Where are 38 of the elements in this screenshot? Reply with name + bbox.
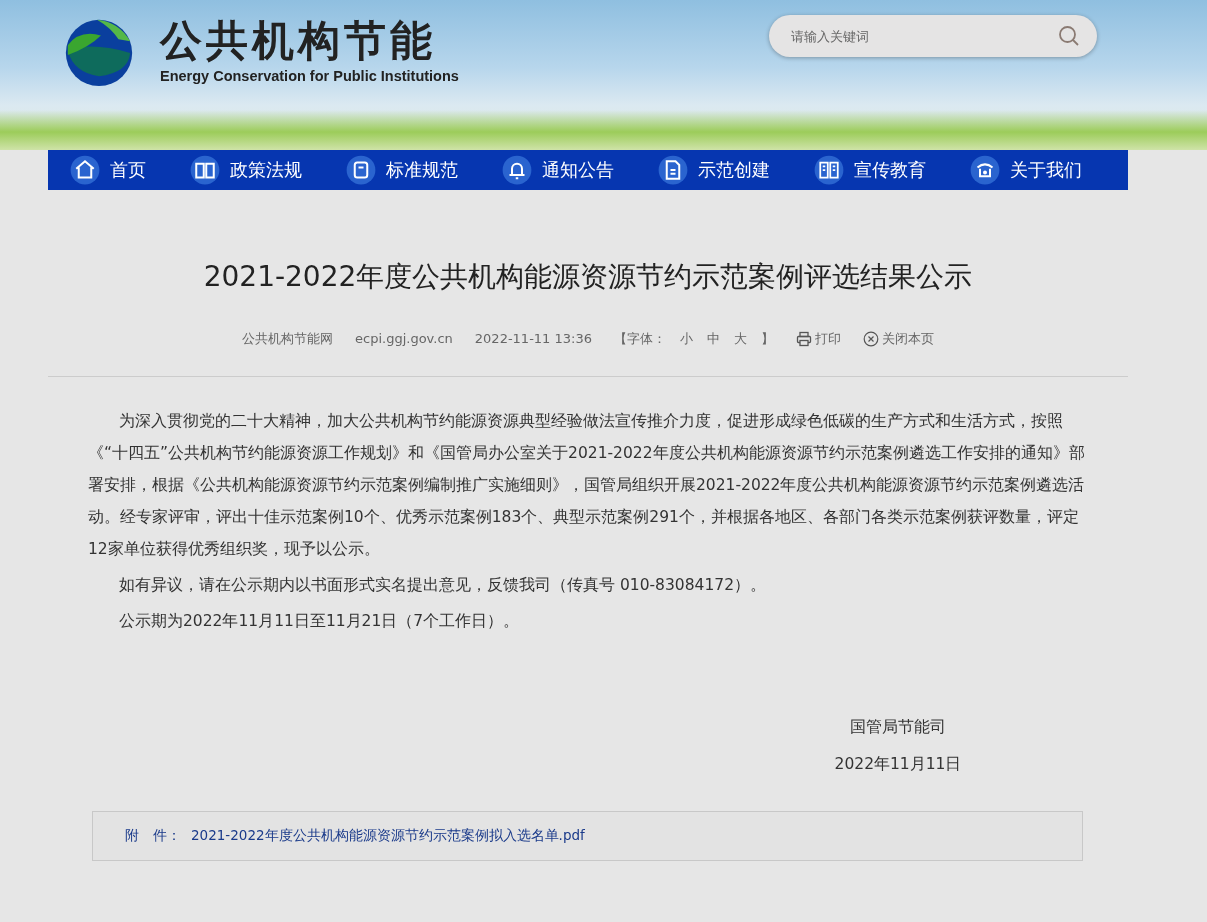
font-size-label: 【字体： [614,329,666,348]
article-title: 2021-2022年度公共机构能源资源节约示范案例评选结果公示 [202,260,974,294]
site-title: 公共机构节能 [160,17,437,65]
site-subtitle: Energy Conservation for Public Institutions [160,68,459,85]
source-label: 公共机构节能网 [242,329,333,348]
close-icon [863,330,879,347]
print-button[interactable]: 打印 [796,329,841,348]
nav-item[interactable]: 宣传教育 [814,155,926,185]
search-field[interactable]: 请输入关键词 [769,15,1097,57]
home-icon [70,155,100,185]
body-paragraph: 公示期为2022年11月11日至11月21日（7个工作日）。 [118,610,521,632]
body-paragraph: 为深入贯彻党的二十大精神，加大公共机构节约能源资源典型经验做法宣传推介力度，促进形成绿色低碳的生产方式和生活方式，按照《“十四五”公共机构节约能源资源工作规划》和《国管局办公室关于2021-2022年度公共机构能源资源节约示范案例遴选工作安排的通知》部署安排，根据《公共机构能源资源节约示范案例编制推广实施细则》，国管局组织开展2021-2022年度公共机构能源资源节约示范案例遴选活动。经专家评审，评出十佳示范案例10个、优秀示范案例183个、典型示范案例291个，并根据各地区、各部门各类示范案例获评数量，评定12家单位获得优秀组织奖，现予以公示。 [88,410,1086,560]
signature: 国管局节能司 [850,716,946,738]
close-page-button[interactable]: 关闭本页 [863,329,934,348]
font-size-option[interactable]: 大 [734,329,747,348]
document-icon [346,155,376,185]
book-icon [190,155,220,185]
nav-item[interactable]: 示范创建 [658,155,770,185]
nav-item[interactable]: 标准规范 [346,155,458,185]
nav-item[interactable]: 政策法规 [190,155,302,185]
font-size-option[interactable]: 中 [707,329,720,348]
search-icon[interactable] [1057,24,1081,48]
attachment-label: 附 件： [125,826,181,845]
nav-item[interactable]: 通知公告 [502,155,614,185]
publish-time: 2022-11-11 13:36 [474,331,592,347]
nav-item[interactable]: 关于我们 [970,155,1082,185]
body-paragraph: 如有异议，请在公示期内以书面形式实名提出意见，反馈我司（传真号 010-83084172）。 [118,574,767,596]
bell-icon [502,155,532,185]
site-url: ecpi.ggj.gov.cn [355,331,453,347]
file-icon [658,155,688,185]
signature-date: 2022年11月11日 [834,753,962,775]
attachment-link[interactable]: 2021-2022年度公共机构能源资源节约示范案例拟入选名单.pdf [191,826,585,845]
font-size-option[interactable]: 小 [680,329,693,348]
bracket: 】 [761,329,774,348]
book-icon [814,155,844,185]
nav-item[interactable]: 首页 [70,155,146,185]
phone-icon [970,155,1000,185]
printer-icon [796,330,812,347]
